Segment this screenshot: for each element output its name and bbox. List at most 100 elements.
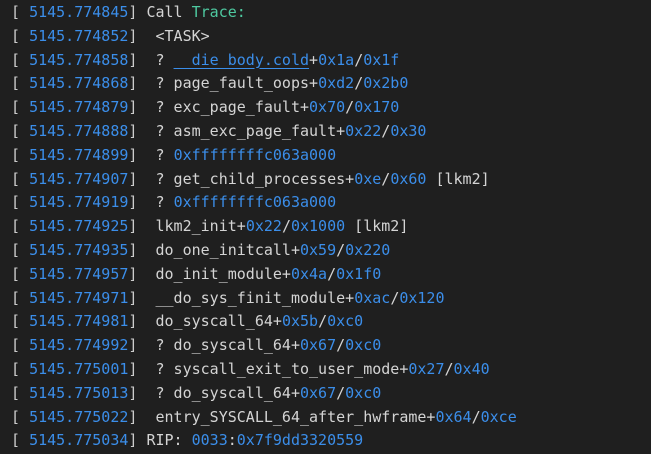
log-hex-value: 0xe <box>354 169 382 188</box>
log-text: / <box>381 169 391 188</box>
log-bracket-open: [ <box>11 431 30 450</box>
log-bracket-open: [ <box>11 288 30 307</box>
log-hex-value: 0x1a <box>318 50 355 69</box>
log-text: ? do_syscall_64+ <box>146 383 300 402</box>
log-bracket-open: [ <box>11 264 30 283</box>
log-timestamp: 5145.775022 <box>29 407 129 426</box>
log-text: / <box>354 50 364 69</box>
log-text: / <box>444 359 454 378</box>
log-text: <TASK> <box>146 26 210 45</box>
log-bracket-open: [ <box>11 74 30 93</box>
log-hex-value: 0xc0 <box>345 383 382 402</box>
log-text: / <box>381 121 391 140</box>
log-bracket-close: ] <box>128 336 147 355</box>
log-line: [ 5145.774925] lkm2_init+0x22/0x1000 [lk… <box>11 215 651 239</box>
log-hex-value: 0x220 <box>345 240 391 259</box>
log-bracket-close: ] <box>128 3 147 21</box>
log-bracket-open: [ <box>11 26 30 45</box>
log-hex-value: 0x5b <box>281 312 319 331</box>
log-line: [ 5145.774971] __do_sys_finit_module+0xa… <box>11 287 651 311</box>
log-text: do_one_initcall+ <box>146 240 300 259</box>
log-hex-value: 0x170 <box>354 98 400 117</box>
log-timestamp: 5145.775013 <box>29 383 129 402</box>
log-bracket-open: [ <box>11 98 30 117</box>
log-hex-value: 0xac <box>354 288 391 307</box>
log-timestamp: 5145.774935 <box>29 240 129 259</box>
log-line: [ 5145.774858] ? __die_body.cold+0x1a/0x… <box>11 49 651 73</box>
log-bracket-open: [ <box>11 3 30 21</box>
log-hex-value: 0x22 <box>345 121 382 140</box>
log-timestamp: 5145.774981 <box>29 312 129 331</box>
log-hex-value: 0x22 <box>245 217 282 236</box>
log-bracket-close: ] <box>128 383 147 402</box>
log-bracket-open: [ <box>11 50 30 69</box>
log-bracket-close: ] <box>128 217 147 236</box>
log-text: / <box>336 383 346 402</box>
log-timestamp: 5145.774845 <box>29 3 129 21</box>
log-hex-value: 0x120 <box>399 288 445 307</box>
log-hex-value: 0x30 <box>390 121 427 140</box>
log-hex-value: 0x4a <box>290 264 328 283</box>
log-text: RIP: <box>146 431 192 450</box>
log-hex-value: 0xffffffffc063a000 <box>173 193 337 212</box>
log-hex-value: 0x60 <box>390 169 427 188</box>
log-bracket-open: [ <box>11 359 30 378</box>
log-line: [ 5145.774907] ? get_child_processes+0xe… <box>11 168 651 192</box>
log-text: / <box>390 288 400 307</box>
log-line: [ 5145.775001] ? syscall_exit_to_user_mo… <box>11 358 651 382</box>
log-bracket-close: ] <box>128 431 147 450</box>
log-bracket-close: ] <box>128 26 147 45</box>
terminal-output[interactable]: [ 5145.774845] Call Trace:[ 5145.774852]… <box>0 0 651 454</box>
log-text: ? <box>146 193 174 212</box>
log-line: [ 5145.774868] ? page_fault_oops+0xd2/0x… <box>11 72 651 96</box>
log-bracket-close: ] <box>128 74 147 93</box>
log-bracket-open: [ <box>11 145 30 164</box>
log-text: + <box>309 50 319 69</box>
log-bracket-close: ] <box>128 240 147 259</box>
log-line: [ 5145.774845] Call Trace: <box>11 1 651 25</box>
log-bracket-close: ] <box>128 359 147 378</box>
log-hex-value: 0x64 <box>435 407 472 426</box>
log-text: / <box>354 74 364 93</box>
log-hex-value: 0x67 <box>300 383 337 402</box>
log-text: / <box>281 217 291 236</box>
log-bracket-close: ] <box>128 288 147 307</box>
log-line: [ 5145.775013] ? do_syscall_64+0x67/0xc0 <box>11 382 651 406</box>
log-hex-value: 0033 <box>191 431 228 450</box>
log-text: ? <box>146 145 174 164</box>
log-hex-value: __die_body.cold <box>173 50 310 69</box>
log-text: ? get_child_processes+ <box>146 169 355 188</box>
log-hex-value: 0xce <box>480 407 517 426</box>
log-text: ? page_fault_oops+ <box>146 74 319 93</box>
log-bracket-close: ] <box>128 121 147 140</box>
log-line: [ 5145.775022] entry_SYSCALL_64_after_hw… <box>11 406 651 430</box>
log-timestamp: 5145.774957 <box>29 264 129 283</box>
log-hex-value: 0x1f <box>363 50 400 69</box>
log-hex-value: 0x2b0 <box>363 74 409 93</box>
log-timestamp: 5145.774879 <box>29 98 129 117</box>
log-line: [ 5145.774888] ? asm_exc_page_fault+0x22… <box>11 120 651 144</box>
log-text: lkm2_init+ <box>146 217 246 236</box>
log-text: / <box>336 240 346 259</box>
log-text: ? asm_exc_page_fault+ <box>146 121 346 140</box>
log-hex-value: 0x27 <box>408 359 445 378</box>
log-timestamp: 5145.774888 <box>29 121 129 140</box>
log-text: ? exc_page_fault+ <box>146 98 310 117</box>
log-hex-value: 0x70 <box>309 98 346 117</box>
log-text: ? syscall_exit_to_user_mode+ <box>146 359 409 378</box>
log-hex-value: 0xc0 <box>327 312 364 331</box>
log-timestamp: 5145.774992 <box>29 336 129 355</box>
log-hex-value: 0xffffffffc063a000 <box>173 145 337 164</box>
log-timestamp: 5145.774868 <box>29 74 129 93</box>
log-text: / <box>336 336 346 355</box>
log-line: [ 5145.775034] RIP: 0033:0x7f9dd3320559 <box>11 429 651 453</box>
log-line: [ 5145.774992] ? do_syscall_64+0x67/0xc0 <box>11 334 651 358</box>
log-bracket-open: [ <box>11 121 30 140</box>
log-hex-value: 0x67 <box>300 336 337 355</box>
log-bracket-close: ] <box>128 145 147 164</box>
log-bracket-open: [ <box>11 336 30 355</box>
log-line: [ 5145.774879] ? exc_page_fault+0x70/0x1… <box>11 96 651 120</box>
log-text: entry_SYSCALL_64_after_hwframe+ <box>146 407 436 426</box>
log-bracket-close: ] <box>128 407 147 426</box>
log-text: Call <box>146 3 192 21</box>
